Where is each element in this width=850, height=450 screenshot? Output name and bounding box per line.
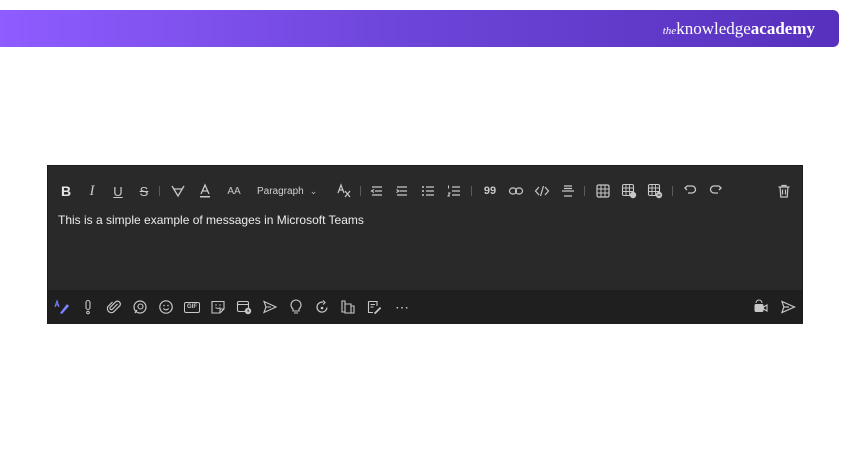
gif-button[interactable]: GIF <box>182 297 202 317</box>
table-delete-icon <box>647 183 663 199</box>
calendar-icon <box>236 300 252 315</box>
insert-link-button[interactable] <box>506 180 526 202</box>
code-snippet-button[interactable] <box>532 180 552 202</box>
logo-prefix: the <box>662 25 677 37</box>
video-clip-icon <box>754 299 768 312</box>
font-size-button[interactable]: AA <box>223 180 245 202</box>
bulleted-list-button[interactable] <box>418 180 438 202</box>
increase-indent-icon <box>396 186 407 196</box>
message-composer: B I U S AA Paragraph ⌄ 99 This is a simp… <box>47 165 803 324</box>
send-icon <box>781 300 796 314</box>
gif-icon: GIF <box>184 301 200 313</box>
attach-file-button[interactable] <box>104 297 124 317</box>
updates-button[interactable] <box>312 297 332 317</box>
emoji-icon <box>159 300 173 314</box>
paragraph-style-dropdown[interactable]: Paragraph ⌄ <box>257 180 317 202</box>
undo-icon <box>684 185 697 194</box>
forms-button[interactable] <box>364 297 384 317</box>
forms-icon <box>367 300 382 315</box>
loop-component-button[interactable] <box>130 297 150 317</box>
underline-button[interactable]: U <box>110 180 126 202</box>
record-video-clip-button[interactable] <box>752 297 772 317</box>
code-icon <box>534 185 550 197</box>
insert-table-button[interactable] <box>593 180 613 202</box>
format-toggle-button[interactable] <box>52 297 72 317</box>
toolbar-separator <box>471 186 472 196</box>
horizontal-rule-button[interactable] <box>558 180 578 202</box>
horizontal-rule-icon <box>562 185 574 197</box>
exclamation-icon <box>85 299 91 315</box>
decrease-indent-button[interactable] <box>367 180 387 202</box>
trash-icon <box>778 184 790 198</box>
redo-button[interactable] <box>706 180 726 202</box>
more-options-button[interactable]: ⋯ <box>392 297 412 317</box>
font-color-icon <box>200 183 210 198</box>
undo-button[interactable] <box>680 180 700 202</box>
more-icon: ⋯ <box>395 298 409 315</box>
schedule-meeting-button[interactable] <box>234 297 254 317</box>
lightbulb-icon <box>290 299 302 314</box>
sticker-icon <box>211 300 225 314</box>
toolbar-separator <box>360 186 361 196</box>
sticker-button[interactable] <box>208 297 228 317</box>
format-toolbar: B I U S AA Paragraph ⌄ 99 <box>48 180 802 202</box>
highlight-button[interactable] <box>168 180 188 202</box>
clear-formatting-icon <box>337 183 351 198</box>
toolbar-separator <box>159 186 160 196</box>
compose-action-bar: GIF ⋯ <box>48 290 802 324</box>
logo-word-academy: academy <box>750 19 815 38</box>
increase-indent-button[interactable] <box>392 180 412 202</box>
font-color-button[interactable] <box>195 180 215 202</box>
clear-formatting-button[interactable] <box>334 180 354 202</box>
link-icon <box>508 187 524 195</box>
numbered-list-button[interactable] <box>444 180 464 202</box>
table-add-icon <box>621 183 637 199</box>
highlight-icon <box>171 185 185 198</box>
mark-important-button[interactable] <box>78 297 98 317</box>
redo-icon <box>709 185 722 194</box>
bold-button[interactable]: B <box>58 180 74 202</box>
send-outline-icon <box>263 300 278 314</box>
toolbar-separator <box>584 186 585 196</box>
toolbar-separator <box>672 186 673 196</box>
emoji-button[interactable] <box>156 297 176 317</box>
loop-icon <box>133 300 147 314</box>
praise-button[interactable] <box>260 297 280 317</box>
paragraph-style-label: Paragraph <box>257 185 304 197</box>
quote-button[interactable]: 99 <box>480 180 500 202</box>
format-pen-icon <box>54 299 69 314</box>
font-size-label: AA <box>227 185 241 197</box>
chevron-down-icon: ⌄ <box>309 185 318 196</box>
knowledge-academy-logo: theknowledgeacademy <box>663 19 815 41</box>
italic-button[interactable]: I <box>84 180 100 202</box>
refresh-icon <box>316 300 328 313</box>
numbered-list-icon <box>447 185 460 197</box>
insert-table-row-button[interactable] <box>619 180 639 202</box>
strikethrough-button[interactable]: S <box>136 180 152 202</box>
paperclip-icon <box>106 300 121 314</box>
logo-word-knowledge: knowledge <box>676 19 751 38</box>
send-button[interactable] <box>778 297 798 317</box>
quote-icon: 99 <box>483 185 497 197</box>
decrease-indent-icon <box>370 186 382 196</box>
approvals-button[interactable] <box>338 297 358 317</box>
ideas-button[interactable] <box>286 297 306 317</box>
delete-table-button[interactable] <box>645 180 665 202</box>
table-icon <box>596 184 610 198</box>
message-text[interactable]: This is a simple example of messages in … <box>58 213 364 227</box>
bulleted-list-icon <box>422 186 434 196</box>
discard-draft-button[interactable] <box>774 180 794 202</box>
approvals-icon <box>341 300 355 314</box>
brand-header-bar: theknowledgeacademy <box>0 10 839 47</box>
